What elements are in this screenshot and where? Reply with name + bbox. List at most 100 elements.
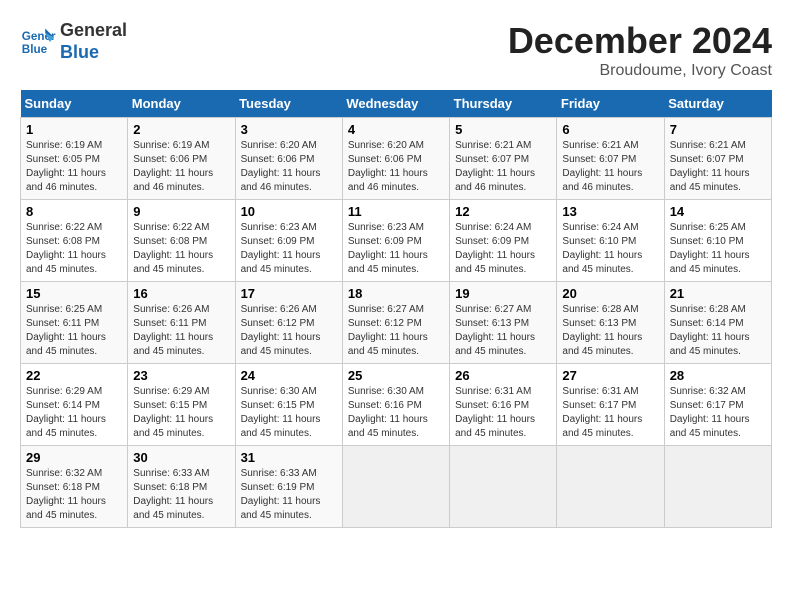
- calendar-body: 1Sunrise: 6:19 AM Sunset: 6:05 PM Daylig…: [21, 118, 772, 528]
- svg-text:Blue: Blue: [22, 42, 48, 55]
- day-info: Sunrise: 6:27 AM Sunset: 6:12 PM Dayligh…: [348, 303, 444, 359]
- day-info: Sunrise: 6:29 AM Sunset: 6:15 PM Dayligh…: [133, 385, 229, 441]
- day-info: Sunrise: 6:28 AM Sunset: 6:14 PM Dayligh…: [670, 303, 766, 359]
- day-info: Sunrise: 6:23 AM Sunset: 6:09 PM Dayligh…: [241, 221, 337, 277]
- day-number: 29: [26, 450, 122, 465]
- day-info: Sunrise: 6:28 AM Sunset: 6:13 PM Dayligh…: [562, 303, 658, 359]
- day-header-saturday: Saturday: [664, 90, 771, 118]
- day-header-tuesday: Tuesday: [235, 90, 342, 118]
- calendar-cell: 5 Sunrise: 6:21 AM Sunset: 6:07 PM Daylig…: [450, 118, 557, 200]
- calendar-header-row: SundayMondayTuesdayWednesdayThursdayFrid…: [21, 90, 772, 118]
- day-info: Sunrise: 6:21 AM Sunset: 6:07 PM Dayligh…: [670, 139, 766, 195]
- day-number: 11: [348, 204, 444, 219]
- logo-icon: General Blue: [20, 24, 56, 60]
- day-info: Sunrise: 6:32 AM Sunset: 6:17 PM Dayligh…: [670, 385, 766, 441]
- day-info: Sunrise: 6:31 AM Sunset: 6:17 PM Dayligh…: [562, 385, 658, 441]
- page-header: General Blue General Blue December 2024 …: [20, 20, 772, 80]
- calendar-cell: [557, 446, 664, 528]
- day-number: 13: [562, 204, 658, 219]
- logo-line1: General: [60, 20, 127, 42]
- calendar-cell: 3 Sunrise: 6:20 AM Sunset: 6:06 PM Daylig…: [235, 118, 342, 200]
- day-number: 4: [348, 122, 444, 137]
- calendar-cell: 23Sunrise: 6:29 AM Sunset: 6:15 PM Dayli…: [128, 364, 235, 446]
- calendar-cell: 26Sunrise: 6:31 AM Sunset: 6:16 PM Dayli…: [450, 364, 557, 446]
- day-number: 21: [670, 286, 766, 301]
- day-header-thursday: Thursday: [450, 90, 557, 118]
- day-number: 18: [348, 286, 444, 301]
- calendar-cell: 1Sunrise: 6:19 AM Sunset: 6:05 PM Daylig…: [21, 118, 128, 200]
- calendar-cell: 14 Sunrise: 6:25 AM Sunset: 6:10 PM Dayli…: [664, 200, 771, 282]
- calendar-cell: 31 Sunrise: 6:33 AM Sunset: 6:19 PM Dayli…: [235, 446, 342, 528]
- day-info: Sunrise: 6:25 AM Sunset: 6:10 PM Dayligh…: [670, 221, 766, 277]
- day-header-monday: Monday: [128, 90, 235, 118]
- calendar-cell: [450, 446, 557, 528]
- day-header-sunday: Sunday: [21, 90, 128, 118]
- calendar-cell: 10 Sunrise: 6:23 AM Sunset: 6:09 PM Dayli…: [235, 200, 342, 282]
- calendar-cell: 22 Sunrise: 6:29 AM Sunset: 6:14 PM Dayli…: [21, 364, 128, 446]
- calendar-week-row: 8 Sunrise: 6:22 AM Sunset: 6:08 PM Daylig…: [21, 200, 772, 282]
- day-number: 28: [670, 368, 766, 383]
- calendar-cell: 9Sunrise: 6:22 AM Sunset: 6:08 PM Daylig…: [128, 200, 235, 282]
- day-number: 5: [455, 122, 551, 137]
- day-info: Sunrise: 6:29 AM Sunset: 6:14 PM Dayligh…: [26, 385, 122, 441]
- day-number: 7: [670, 122, 766, 137]
- calendar-cell: 30 Sunrise: 6:33 AM Sunset: 6:18 PM Dayli…: [128, 446, 235, 528]
- day-info: Sunrise: 6:21 AM Sunset: 6:07 PM Dayligh…: [455, 139, 551, 195]
- calendar-cell: 25Sunrise: 6:30 AM Sunset: 6:16 PM Dayli…: [342, 364, 449, 446]
- day-info: Sunrise: 6:30 AM Sunset: 6:15 PM Dayligh…: [241, 385, 337, 441]
- day-number: 30: [133, 450, 229, 465]
- calendar-cell: 16 Sunrise: 6:26 AM Sunset: 6:11 PM Dayli…: [128, 282, 235, 364]
- day-header-wednesday: Wednesday: [342, 90, 449, 118]
- calendar-cell: 12Sunrise: 6:24 AM Sunset: 6:09 PM Dayli…: [450, 200, 557, 282]
- calendar-cell: [664, 446, 771, 528]
- location-subtitle: Broudoume, Ivory Coast: [508, 62, 772, 80]
- calendar-cell: 20 Sunrise: 6:28 AM Sunset: 6:13 PM Dayli…: [557, 282, 664, 364]
- calendar-cell: 29 Sunrise: 6:32 AM Sunset: 6:18 PM Dayli…: [21, 446, 128, 528]
- day-number: 1: [26, 122, 122, 137]
- day-info: Sunrise: 6:33 AM Sunset: 6:19 PM Dayligh…: [241, 467, 337, 523]
- day-info: Sunrise: 6:30 AM Sunset: 6:16 PM Dayligh…: [348, 385, 444, 441]
- day-info: Sunrise: 6:19 AM Sunset: 6:06 PM Dayligh…: [133, 139, 229, 195]
- calendar-cell: 27 Sunrise: 6:31 AM Sunset: 6:17 PM Dayli…: [557, 364, 664, 446]
- day-info: Sunrise: 6:20 AM Sunset: 6:06 PM Dayligh…: [241, 139, 337, 195]
- calendar-cell: 17Sunrise: 6:26 AM Sunset: 6:12 PM Dayli…: [235, 282, 342, 364]
- day-info: Sunrise: 6:24 AM Sunset: 6:10 PM Dayligh…: [562, 221, 658, 277]
- day-info: Sunrise: 6:22 AM Sunset: 6:08 PM Dayligh…: [26, 221, 122, 277]
- day-info: Sunrise: 6:23 AM Sunset: 6:09 PM Dayligh…: [348, 221, 444, 277]
- calendar-cell: 11 Sunrise: 6:23 AM Sunset: 6:09 PM Dayli…: [342, 200, 449, 282]
- calendar-cell: 21 Sunrise: 6:28 AM Sunset: 6:14 PM Dayli…: [664, 282, 771, 364]
- calendar-cell: 13 Sunrise: 6:24 AM Sunset: 6:10 PM Dayli…: [557, 200, 664, 282]
- day-info: Sunrise: 6:20 AM Sunset: 6:06 PM Dayligh…: [348, 139, 444, 195]
- day-number: 14: [670, 204, 766, 219]
- day-info: Sunrise: 6:32 AM Sunset: 6:18 PM Dayligh…: [26, 467, 122, 523]
- day-number: 10: [241, 204, 337, 219]
- day-number: 31: [241, 450, 337, 465]
- calendar-week-row: 15Sunrise: 6:25 AM Sunset: 6:11 PM Dayli…: [21, 282, 772, 364]
- day-number: 27: [562, 368, 658, 383]
- calendar-week-row: 1Sunrise: 6:19 AM Sunset: 6:05 PM Daylig…: [21, 118, 772, 200]
- logo: General Blue General Blue: [20, 20, 127, 63]
- day-number: 20: [562, 286, 658, 301]
- day-number: 17: [241, 286, 337, 301]
- day-number: 24: [241, 368, 337, 383]
- day-info: Sunrise: 6:31 AM Sunset: 6:16 PM Dayligh…: [455, 385, 551, 441]
- day-info: Sunrise: 6:33 AM Sunset: 6:18 PM Dayligh…: [133, 467, 229, 523]
- day-info: Sunrise: 6:22 AM Sunset: 6:08 PM Dayligh…: [133, 221, 229, 277]
- calendar-week-row: 22 Sunrise: 6:29 AM Sunset: 6:14 PM Dayli…: [21, 364, 772, 446]
- month-title: December 2024: [508, 20, 772, 62]
- day-number: 19: [455, 286, 551, 301]
- calendar-cell: 6Sunrise: 6:21 AM Sunset: 6:07 PM Daylig…: [557, 118, 664, 200]
- calendar-cell: 18 Sunrise: 6:27 AM Sunset: 6:12 PM Dayli…: [342, 282, 449, 364]
- calendar-cell: 15Sunrise: 6:25 AM Sunset: 6:11 PM Dayli…: [21, 282, 128, 364]
- day-number: 8: [26, 204, 122, 219]
- day-info: Sunrise: 6:26 AM Sunset: 6:11 PM Dayligh…: [133, 303, 229, 359]
- calendar-week-row: 29 Sunrise: 6:32 AM Sunset: 6:18 PM Dayli…: [21, 446, 772, 528]
- day-number: 2: [133, 122, 229, 137]
- day-number: 16: [133, 286, 229, 301]
- day-info: Sunrise: 6:21 AM Sunset: 6:07 PM Dayligh…: [562, 139, 658, 195]
- calendar-cell: 19Sunrise: 6:27 AM Sunset: 6:13 PM Dayli…: [450, 282, 557, 364]
- calendar-table: SundayMondayTuesdayWednesdayThursdayFrid…: [20, 90, 772, 528]
- day-number: 3: [241, 122, 337, 137]
- day-number: 22: [26, 368, 122, 383]
- calendar-cell: 2 Sunrise: 6:19 AM Sunset: 6:06 PM Daylig…: [128, 118, 235, 200]
